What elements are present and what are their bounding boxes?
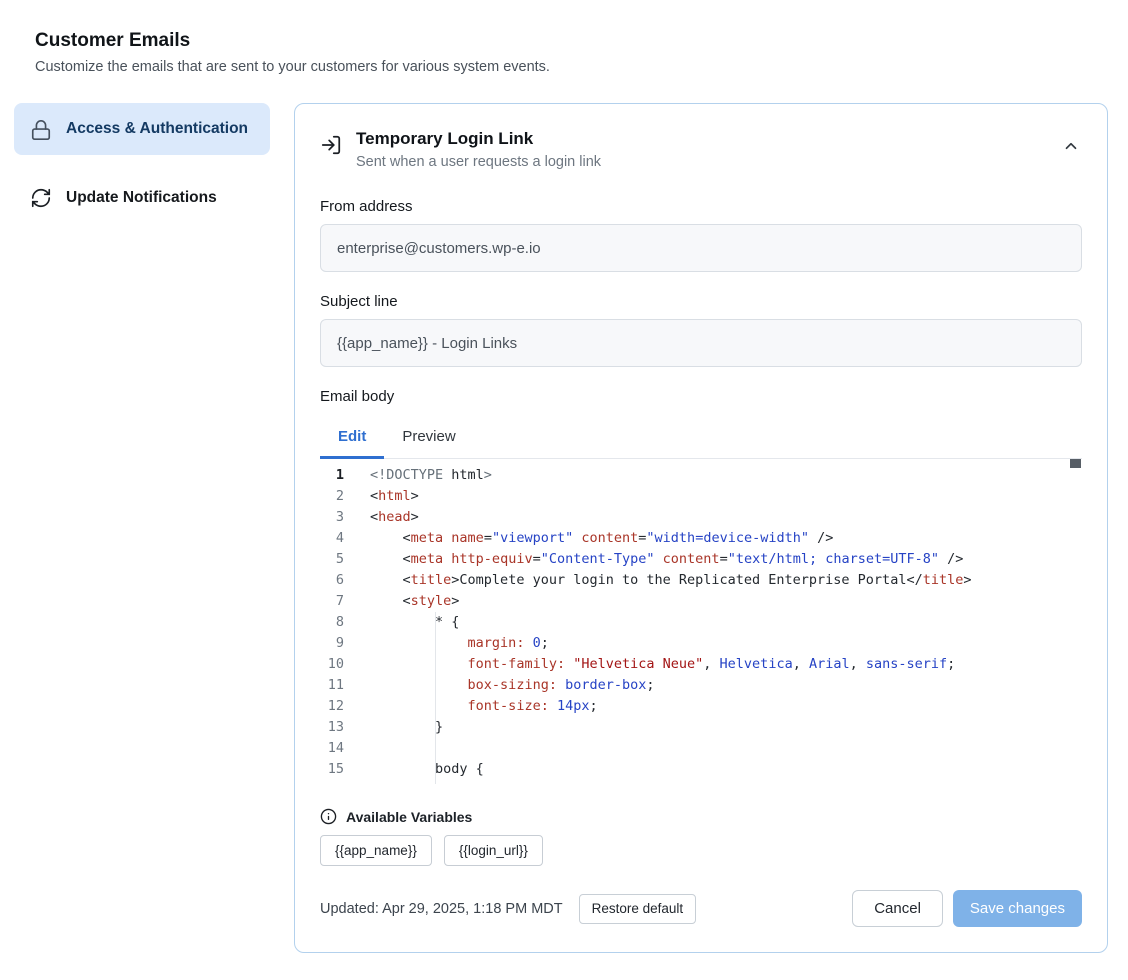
line-number: 13 (320, 717, 354, 738)
restore-default-button[interactable]: Restore default (579, 894, 697, 924)
content-row: Access & Authentication Update Notificati… (0, 103, 1128, 953)
line-content: font-size: 14px; (354, 696, 1082, 717)
line-number: 2 (320, 486, 354, 507)
sidebar-item-update-notifications[interactable]: Update Notifications (14, 175, 270, 221)
code-line: 2<html> (320, 486, 1082, 507)
variable-chip-login-url[interactable]: {{login_url}} (444, 835, 543, 866)
code-line: 1<!DOCTYPE html> (320, 465, 1082, 486)
email-body-editor[interactable]: 1<!DOCTYPE html>2<html>3<head>4 <meta na… (320, 459, 1082, 784)
line-number: 8 (320, 612, 354, 633)
line-number: 12 (320, 696, 354, 717)
line-number: 10 (320, 654, 354, 675)
line-content: <html> (354, 486, 1082, 507)
line-content (354, 738, 1082, 759)
email-body-label: Email body (320, 388, 1082, 405)
line-content: <style> (354, 591, 1082, 612)
line-content: font-family: "Helvetica Neue", Helvetica… (354, 654, 1082, 675)
line-content: margin: 0; (354, 633, 1082, 654)
line-number: 14 (320, 738, 354, 759)
variable-chip-app-name[interactable]: {{app_name}} (320, 835, 432, 866)
line-number: 7 (320, 591, 354, 612)
line-content: * { (354, 612, 1082, 633)
line-content: <!DOCTYPE html> (354, 465, 1082, 486)
sidebar-item-access-authentication[interactable]: Access & Authentication (14, 103, 270, 155)
panel-header-text: Temporary Login Link Sent when a user re… (356, 129, 601, 170)
email-body-field: Email body EditPreview 1<!DOCTYPE html>2… (320, 388, 1082, 784)
save-changes-button[interactable]: Save changes (953, 890, 1082, 927)
code-line: 7 <style> (320, 591, 1082, 612)
code-line: 4 <meta name="viewport" content="width=d… (320, 528, 1082, 549)
refresh-icon (30, 187, 52, 209)
line-number: 15 (320, 759, 354, 780)
tab-preview[interactable]: Preview (384, 417, 473, 459)
available-variables-label: Available Variables (346, 809, 472, 825)
code-line: 5 <meta http-equiv="Content-Type" conten… (320, 549, 1082, 570)
editor-scrollbar-thumb[interactable] (1070, 459, 1081, 468)
updated-timestamp: Updated: Apr 29, 2025, 1:18 PM MDT (320, 901, 563, 917)
line-number: 6 (320, 570, 354, 591)
from-address-field: From address (320, 198, 1082, 272)
panel-header: Temporary Login Link Sent when a user re… (320, 129, 1082, 170)
from-address-input[interactable] (320, 224, 1082, 272)
line-content: body { (354, 759, 1082, 780)
panel-subtitle: Sent when a user requests a login link (356, 154, 601, 170)
line-content: background-color: #f8f8f8; (354, 780, 1082, 784)
subject-line-input[interactable] (320, 319, 1082, 367)
line-content: <title>Complete your login to the Replic… (354, 570, 1082, 591)
panel-title: Temporary Login Link (356, 129, 601, 149)
indent-guide (435, 612, 436, 784)
page-header: Customer Emails Customize the emails tha… (35, 30, 1108, 75)
subject-line-label: Subject line (320, 293, 1082, 310)
page-title: Customer Emails (35, 30, 1108, 52)
log-in-icon (320, 134, 342, 156)
line-content: <head> (354, 507, 1082, 528)
code-line: 6 <title>Complete your login to the Repl… (320, 570, 1082, 591)
line-number: 9 (320, 633, 354, 654)
from-address-label: From address (320, 198, 1082, 215)
lock-icon (30, 119, 52, 141)
info-icon[interactable] (320, 808, 337, 825)
panel-footer: Updated: Apr 29, 2025, 1:18 PM MDT Resto… (320, 890, 1082, 927)
available-variables-header: Available Variables (320, 808, 1082, 825)
line-number: 5 (320, 549, 354, 570)
editor-tabs: EditPreview (320, 417, 1082, 459)
line-content: <meta http-equiv="Content-Type" content=… (354, 549, 1082, 570)
line-number: 16 (320, 780, 354, 784)
customer-emails-page: Customer Emails Customize the emails tha… (0, 0, 1128, 980)
sidebar: Access & Authentication Update Notificati… (14, 103, 270, 221)
cancel-button[interactable]: Cancel (852, 890, 943, 927)
code-line: 3<head> (320, 507, 1082, 528)
variable-chips: {{app_name}} {{login_url}} (320, 835, 1082, 866)
previous-card-bottom-edge (8, 0, 1116, 9)
line-number: 4 (320, 528, 354, 549)
temporary-login-link-panel: Temporary Login Link Sent when a user re… (294, 103, 1108, 953)
sidebar-item-label: Update Notifications (66, 186, 217, 210)
tab-edit[interactable]: Edit (320, 417, 384, 459)
collapse-chevron-icon[interactable] (1062, 137, 1080, 155)
line-number: 11 (320, 675, 354, 696)
line-number: 1 (320, 465, 354, 486)
line-content: box-sizing: border-box; (354, 675, 1082, 696)
sidebar-item-label: Access & Authentication (66, 117, 248, 141)
page-subtitle: Customize the emails that are sent to yo… (35, 59, 1108, 75)
line-content: <meta name="viewport" content="width=dev… (354, 528, 1082, 549)
line-content: } (354, 717, 1082, 738)
line-number: 3 (320, 507, 354, 528)
subject-line-field: Subject line (320, 293, 1082, 367)
